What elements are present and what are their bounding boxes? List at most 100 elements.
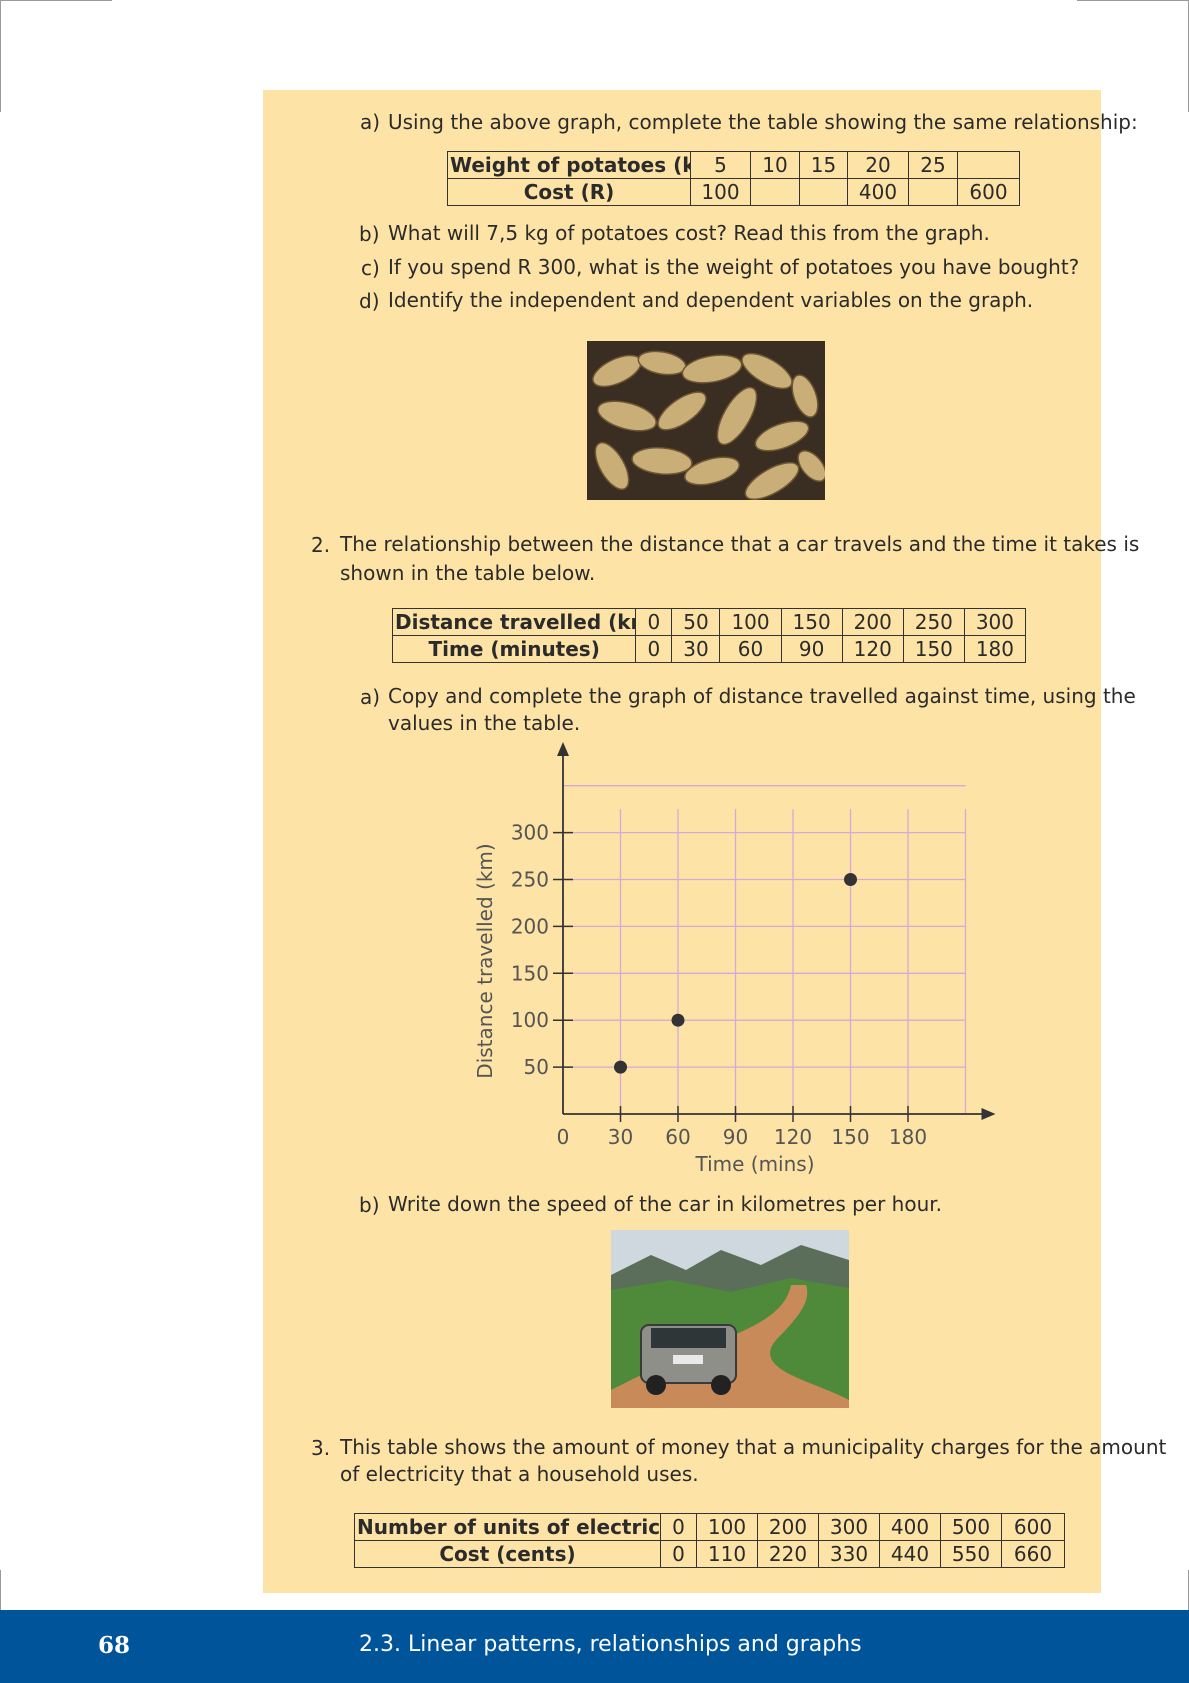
q1d-marker: d): [359, 289, 380, 313]
q3-text-line2: of electricity that a household uses.: [340, 1462, 699, 1486]
x-tick-label: 150: [831, 1125, 869, 1149]
table-row: Cost (cents) 0 110 220 330 440 550 660: [354, 1540, 1065, 1568]
table-cell: 0: [635, 608, 673, 636]
table-cell: 25: [908, 151, 958, 179]
q1b-marker: b): [359, 222, 380, 246]
table-cell: 100: [696, 1513, 758, 1541]
x-axis-ticks: 0 30 60 90 120 150 180: [557, 1106, 927, 1149]
section-title: 2.3. Linear patterns, relationships and …: [359, 1632, 862, 1657]
q2-text-line1: The relationship between the distance th…: [340, 532, 1140, 556]
page-number: 68: [98, 1632, 131, 1659]
x-tick-label: 0: [557, 1125, 570, 1149]
q1b-text: What will 7,5 kg of potatoes cost? Read …: [388, 221, 990, 245]
table-cell: 300: [818, 1513, 880, 1541]
y-axis-label: Distance travelled (km): [473, 843, 497, 1078]
table-cell: 180: [963, 635, 1027, 663]
table-cell: 15: [799, 151, 848, 179]
table-cell: 250: [902, 608, 965, 636]
table-cell: 400: [879, 1513, 941, 1541]
table-row: Time (minutes) 0 30 60 90 120 150 180: [391, 635, 1027, 663]
table-row: Number of units of electricity 0 100 200…: [354, 1513, 1065, 1541]
table-cell: 150: [902, 635, 965, 663]
q2b-marker: b): [359, 1193, 380, 1217]
table-cell: 300: [963, 608, 1027, 636]
table-cell: 550: [940, 1540, 1002, 1568]
x-tick-label: 30: [608, 1125, 633, 1149]
x-tick-label: 90: [723, 1125, 748, 1149]
table-cell: 220: [757, 1540, 819, 1568]
crop-mark: [0, 0, 112, 1]
table-cell: 100: [719, 608, 782, 636]
table-cell: 10: [750, 151, 800, 179]
table-cell: 0: [660, 1513, 697, 1541]
q3-text-line1: This table shows the amount of money tha…: [340, 1435, 1167, 1459]
q1d-text: Identify the independent and dependent v…: [388, 288, 1034, 312]
x-axis-arrow-icon: [981, 1108, 996, 1120]
table-cell: 100: [690, 178, 751, 206]
data-point: [671, 1013, 685, 1027]
table-cell: 60: [719, 635, 782, 663]
q2a-line2: values in the table.: [388, 711, 581, 735]
table-cell: 400: [847, 178, 909, 206]
table-cell: 150: [780, 608, 843, 636]
distance-time-chart: 0 30 60 90 120 150 180 50 100 150 200 250 300 Time …: [473, 742, 996, 1176]
q2a-marker: a): [360, 685, 381, 709]
crop-mark: [1077, 0, 1189, 1]
table-cell: 5: [690, 151, 751, 179]
potatoes-photo: [587, 341, 825, 500]
table-cell: 200: [841, 608, 904, 636]
data-point: [614, 1060, 627, 1074]
page-footer: 68 2.3. Linear patterns, relationships a…: [0, 1610, 1189, 1683]
potato-table: Weight of potatoes (kg) 5 10 15 20 25 Co…: [447, 151, 1020, 206]
y-tick-label: 100: [511, 1008, 549, 1032]
table-cell: 440: [879, 1540, 941, 1568]
car-on-dirt-road-photo: [611, 1230, 849, 1408]
crop-mark: [0, 1570, 1, 1610]
table-row: Distance travelled (km) 0 50 100 150 200…: [391, 608, 1027, 636]
q1c-marker: c): [361, 256, 380, 280]
y-tick-label: 300: [511, 821, 549, 845]
table-row: Weight of potatoes (kg) 5 10 15 20 25: [447, 151, 1020, 179]
x-axis-label: Time (mins): [694, 1152, 814, 1176]
table-header-cell: Cost (R): [447, 178, 691, 206]
table-cell: [908, 178, 958, 206]
table-row: Cost (R) 100 400 600: [447, 178, 1020, 206]
table-cell: 600: [957, 178, 1020, 206]
q1c-text: If you spend R 300, what is the weight o…: [388, 255, 1080, 279]
y-tick-label: 200: [511, 914, 549, 938]
data-point: [844, 873, 857, 886]
y-axis-arrow-icon: [557, 742, 569, 756]
y-tick-label: 50: [524, 1055, 549, 1079]
table-header-cell: Weight of potatoes (kg): [447, 151, 691, 179]
x-tick-label: 180: [889, 1125, 927, 1149]
table-cell: 30: [671, 635, 721, 663]
table-cell: 660: [1001, 1540, 1065, 1568]
table-cell: 500: [940, 1513, 1002, 1541]
q2-number: 2.: [311, 533, 331, 557]
table-cell: 330: [818, 1540, 880, 1568]
table-cell: 600: [1001, 1513, 1065, 1541]
q1a-text: Using the above graph, complete the tabl…: [388, 110, 1138, 134]
table-cell: [957, 151, 1020, 179]
y-tick-label: 150: [511, 961, 549, 985]
y-tick-label: 250: [511, 868, 549, 892]
table-header-cell: Number of units of electricity: [354, 1513, 661, 1541]
table-cell: 0: [660, 1540, 697, 1568]
table-cell: 20: [847, 151, 909, 179]
table-header-cell: Time (minutes): [391, 635, 637, 663]
q2b-text: Write down the speed of the car in kilom…: [388, 1192, 943, 1216]
table-header-cell: Distance travelled (km): [391, 608, 637, 636]
q2a-line1: Copy and complete the graph of distance …: [388, 684, 1136, 708]
q3-number: 3.: [311, 1436, 331, 1460]
table-cell: 110: [696, 1540, 758, 1568]
table-cell: [799, 178, 848, 206]
table-cell: 90: [780, 635, 843, 663]
electricity-table: Number of units of electricity 0 100 200…: [354, 1513, 1065, 1568]
table-cell: 50: [671, 608, 721, 636]
crop-mark: [0, 0, 1, 112]
table-cell: 0: [635, 635, 673, 663]
x-tick-label: 120: [774, 1125, 812, 1149]
table-header-cell: Cost (cents): [354, 1540, 661, 1568]
table-cell: 200: [757, 1513, 819, 1541]
q2-text-line2: shown in the table below.: [340, 561, 596, 585]
